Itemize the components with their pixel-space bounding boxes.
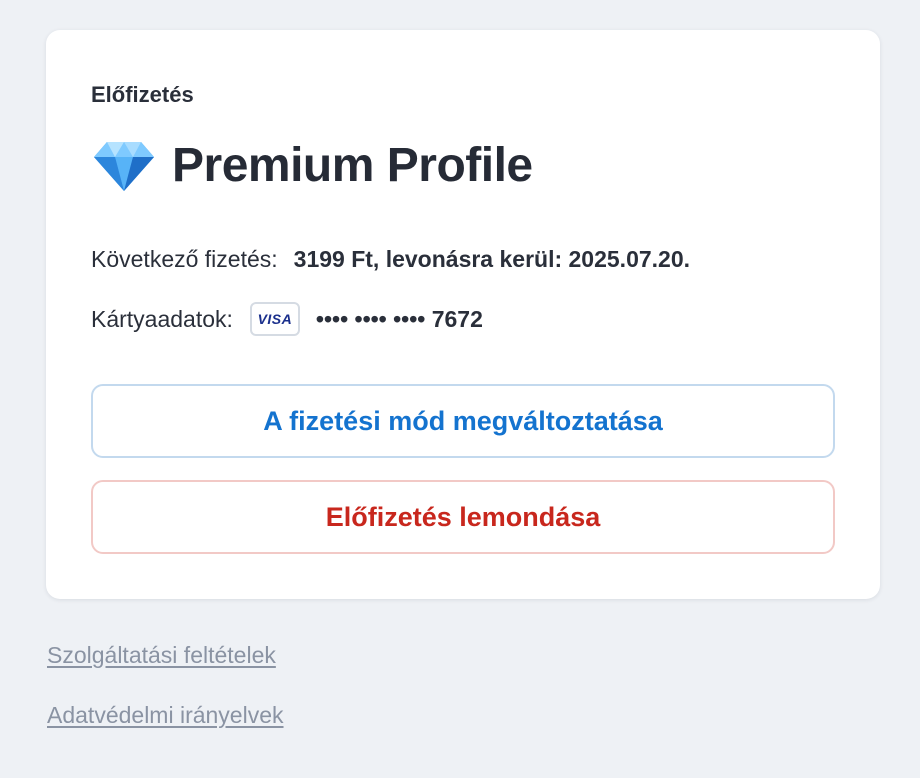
plan-name: Premium Profile [172, 139, 533, 192]
visa-icon: VISA [249, 302, 300, 336]
next-payment-value: 3199 Ft, levonásra kerül: 2025.07.20. [293, 246, 691, 272]
diamond-icon [93, 140, 155, 192]
cancel-subscription-button[interactable]: Előfizetés lemondása [91, 480, 835, 554]
plan-header: Premium Profile [93, 138, 533, 193]
next-payment-label: Következő fizetés: [91, 246, 278, 272]
terms-of-service-link[interactable]: Szolgáltatási feltételek [47, 642, 276, 669]
card-details-row: Kártyaadatok: VISA •••• •••• •••• 7672 [91, 302, 483, 336]
section-label: Előfizetés [91, 82, 194, 107]
subscription-card: Előfizetés Premium Profile Következő fiz… [46, 30, 880, 599]
masked-card-number: •••• •••• •••• 7672 [315, 305, 483, 332]
privacy-policy-link[interactable]: Adatvédelmi irányelvek [47, 702, 284, 729]
next-payment-row: Következő fizetés: 3199 Ft, levonásra ke… [91, 246, 690, 273]
change-payment-method-button[interactable]: A fizetési mód megváltoztatása [91, 384, 835, 458]
card-details-label: Kártyaadatok: [91, 305, 233, 332]
